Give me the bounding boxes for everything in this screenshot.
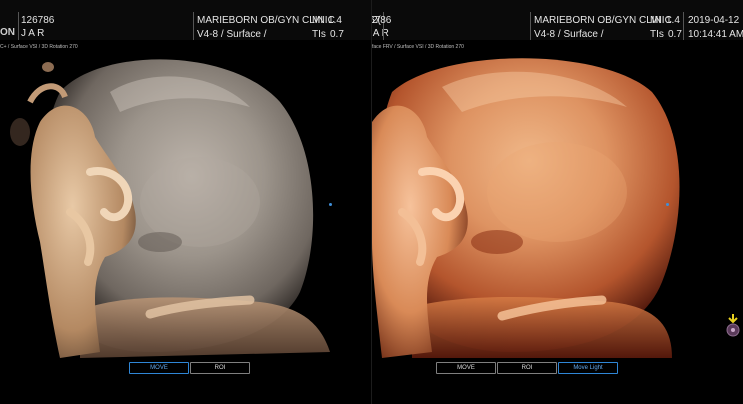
roi-button[interactable]: ROI: [190, 362, 250, 374]
mi-value: 1.4: [666, 15, 680, 26]
warm-3d-fetal-render: [372, 52, 743, 358]
patient-id: 126786: [21, 15, 55, 26]
left-header: ON 126786 J A R MARIEBORN OB/GYN CLINIC …: [0, 0, 371, 40]
tis-label: TIs: [312, 29, 326, 40]
move-button[interactable]: MOVE: [436, 362, 496, 374]
left-3d-render-viewport[interactable]: [0, 52, 371, 358]
render-info-line: face FRV / Surface VSI / 3D Rotation 270: [372, 44, 464, 50]
exam-date: 2019-04-12: [688, 15, 740, 26]
header-separator: [683, 12, 684, 40]
patient-initials-fragment: 1J A R: [372, 28, 389, 39]
probe-info: V4-8 / Surface /: [197, 29, 267, 40]
right-header: 2( 1J A R 126786 MARIEBORN OB/GYN CLINIC…: [372, 0, 743, 40]
header-separator: [18, 12, 19, 40]
move-button[interactable]: MOVE: [129, 362, 189, 374]
right-3d-render-viewport[interactable]: [372, 52, 743, 358]
move-light-button[interactable]: Move Light: [558, 362, 618, 374]
header-separator: [193, 12, 194, 40]
patient-initials: J A R: [21, 28, 45, 39]
render-info-line: C+ / Surface VSI / 3D Rotation 270: [0, 44, 78, 50]
roi-button[interactable]: ROI: [497, 362, 557, 374]
gray-3d-fetal-render: [0, 52, 371, 358]
mi-value: 1.4: [328, 15, 342, 26]
depth-marker: [666, 203, 669, 206]
left-ultrasound-panel: ON 126786 J A R MARIEBORN OB/GYN CLINIC …: [0, 0, 371, 404]
header-separator: [530, 12, 531, 40]
cursor-icon[interactable]: [725, 314, 741, 340]
tis-label: TIs: [650, 29, 664, 40]
tis-value: 0.7: [668, 29, 682, 40]
right-ultrasound-panel: 2( 1J A R 126786 MARIEBORN OB/GYN CLINIC…: [372, 0, 743, 404]
tis-value: 0.7: [330, 29, 344, 40]
depth-marker: [329, 203, 332, 206]
mi-label: MI: [650, 15, 662, 26]
exam-time: 10:14:41 AM: [688, 29, 743, 40]
patient-id: 126786: [372, 15, 392, 26]
mi-label: MI: [312, 15, 324, 26]
probe-info: V4-8 / Surface /: [534, 29, 604, 40]
logo-text: ON: [0, 27, 15, 38]
